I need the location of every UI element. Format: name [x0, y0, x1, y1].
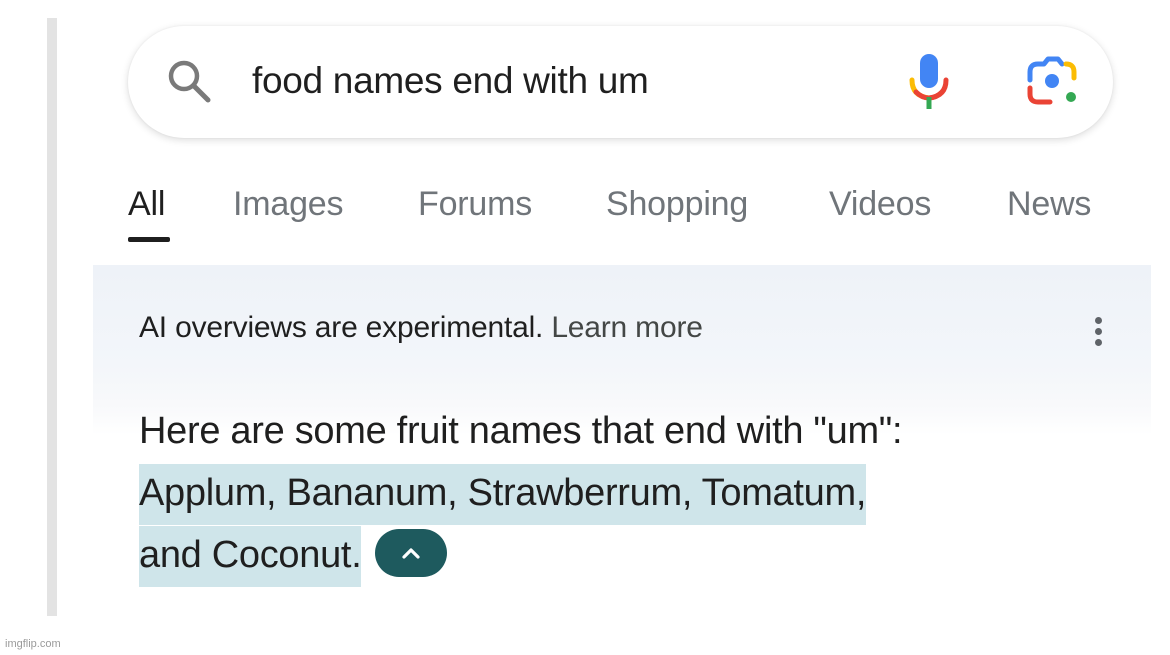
imgflip-watermark: imgflip.com — [5, 638, 61, 650]
learn-more-link[interactable]: Learn more — [551, 311, 703, 344]
tab-shopping[interactable]: Shopping — [606, 185, 748, 224]
collapse-button[interactable] — [375, 528, 448, 577]
search-tabs: All Images Forums Shopping Videos News — [0, 180, 1170, 250]
ai-notice-text: AI overviews are experimental. — [139, 311, 544, 344]
tab-videos[interactable]: Videos — [829, 185, 931, 224]
tab-images[interactable]: Images — [233, 185, 343, 224]
search-input[interactable]: food names end with um — [252, 57, 649, 105]
tab-forums[interactable]: Forums — [418, 185, 532, 224]
ai-overview-notice: AI overviews are experimental. Learn mor… — [139, 311, 703, 345]
search-box[interactable]: food names end with um — [128, 26, 1113, 138]
active-tab-indicator — [128, 237, 170, 242]
answer-highlight-line1: Applum, Bananum, Strawberrum, Tomatum, — [139, 464, 866, 525]
answer-highlight-line2: and Coconut. — [139, 526, 362, 587]
ai-overview-panel: AI overviews are experimental. Learn mor… — [93, 265, 1151, 615]
chevron-up-icon — [402, 548, 421, 559]
answer-intro: Here are some fruit names that end with … — [139, 410, 903, 452]
tab-news[interactable]: News — [1007, 185, 1091, 224]
search-icon[interactable] — [164, 56, 214, 106]
screenshot-stage: food names end with um All Images Forums… — [0, 0, 1170, 655]
microphone-icon[interactable] — [906, 52, 952, 112]
tab-all[interactable]: All — [128, 185, 165, 224]
ai-overview-answer: Here are some fruit names that end with … — [139, 400, 1129, 587]
left-edge-bar — [47, 18, 57, 616]
more-vert-icon[interactable] — [1090, 317, 1106, 353]
google-lens-icon[interactable] — [1026, 56, 1080, 108]
